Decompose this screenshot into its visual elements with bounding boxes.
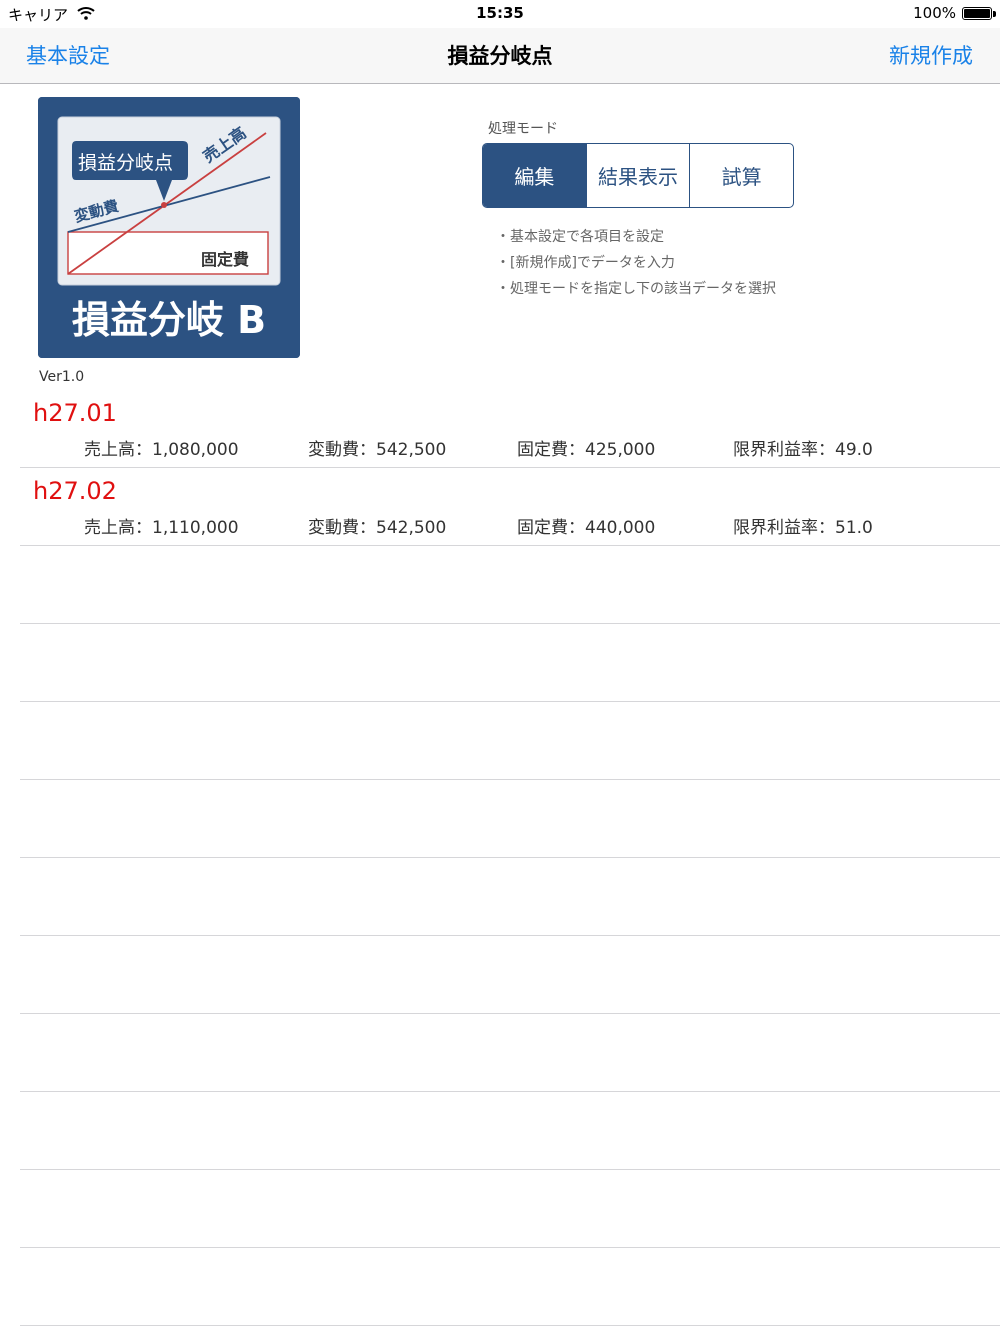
hint-line: ・基本設定で各項目を設定 bbox=[496, 229, 664, 245]
empty-row bbox=[20, 546, 1000, 624]
version-label: Ver1.0 bbox=[39, 369, 85, 385]
empty-row bbox=[20, 780, 1000, 858]
logo-callout-text: 損益分岐点 bbox=[78, 152, 173, 174]
segment-trial[interactable]: 試算 bbox=[689, 144, 793, 207]
segment-results[interactable]: 結果表示 bbox=[585, 144, 690, 207]
battery-percent: 100% bbox=[913, 4, 956, 22]
empty-row bbox=[20, 1170, 1000, 1248]
battery-tip bbox=[993, 11, 996, 17]
segment-edit[interactable]: 編集 bbox=[483, 144, 586, 207]
logo-fixed-cost-text: 固定費 bbox=[201, 250, 249, 269]
clock: 15:35 bbox=[476, 4, 524, 22]
record-title: h27.02 bbox=[33, 477, 117, 505]
record-title: h27.01 bbox=[33, 399, 117, 427]
mode-label: 処理モード bbox=[488, 121, 558, 137]
app-logo: 損益分岐点 変動費 売上高 固定費 損益分岐 B bbox=[38, 97, 300, 358]
record-variable-cost: 変動費：542,500 bbox=[308, 518, 447, 538]
mode-segmented-control: 編集 結果表示 試算 bbox=[482, 143, 794, 208]
new-entry-button[interactable]: 新規作成 bbox=[889, 40, 973, 70]
empty-row bbox=[20, 624, 1000, 702]
page-title: 損益分岐点 bbox=[447, 44, 553, 68]
record-fixed-cost: 固定費：440,000 bbox=[517, 518, 656, 538]
logo-app-name: 損益分岐 B bbox=[72, 298, 266, 342]
battery-icon bbox=[962, 7, 992, 20]
record-sales: 売上高：1,080,000 bbox=[84, 440, 239, 460]
record-row[interactable]: h27.02 売上高：1,110,000 変動費：542,500 固定費：440… bbox=[20, 468, 1000, 546]
record-row[interactable]: h27.01 売上高：1,080,000 変動費：542,500 固定費：425… bbox=[20, 390, 1000, 468]
empty-row bbox=[20, 936, 1000, 1014]
empty-row bbox=[20, 1014, 1000, 1092]
hint-line: ・処理モードを指定し下の該当データを選択 bbox=[496, 281, 776, 297]
navigation-bar: 基本設定 損益分岐点 新規作成 bbox=[0, 28, 1000, 84]
record-list: h27.01 売上高：1,080,000 変動費：542,500 固定費：425… bbox=[20, 390, 1000, 1326]
empty-row bbox=[20, 1092, 1000, 1170]
empty-row bbox=[20, 1248, 1000, 1326]
record-margin-rate: 限界利益率：49.0 bbox=[733, 440, 873, 460]
empty-row bbox=[20, 702, 1000, 780]
record-margin-rate: 限界利益率：51.0 bbox=[733, 518, 873, 538]
record-sales: 売上高：1,110,000 bbox=[84, 518, 239, 538]
instructions: ・基本設定で各項目を設定 ・[新規作成]でデータを入力 ・処理モードを指定し下の… bbox=[496, 224, 776, 302]
status-bar: キャリア 15:35 100% bbox=[0, 0, 1000, 28]
hint-line: ・[新規作成]でデータを入力 bbox=[496, 255, 675, 271]
record-variable-cost: 変動費：542,500 bbox=[308, 440, 447, 460]
record-fixed-cost: 固定費：425,000 bbox=[517, 440, 656, 460]
empty-row bbox=[20, 858, 1000, 936]
